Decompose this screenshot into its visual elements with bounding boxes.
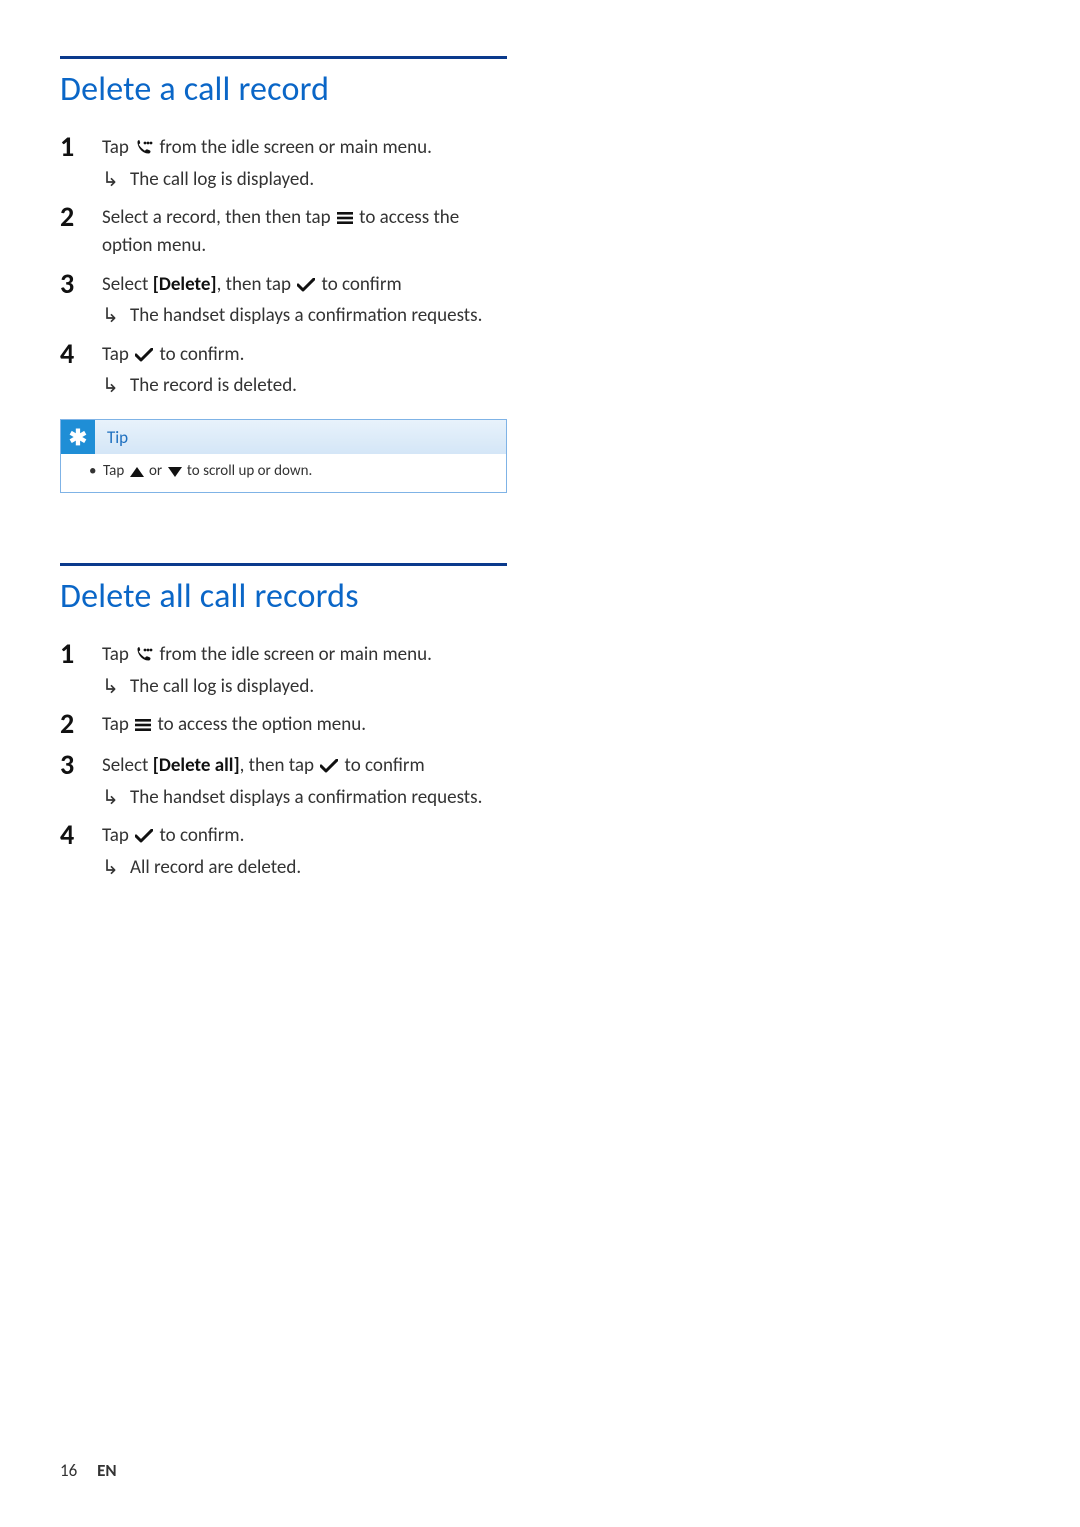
tip-header: ✱ Tip <box>61 420 506 454</box>
step-text: Tap from the idle screen or main menu. <box>102 136 432 159</box>
step-number: 1 <box>60 132 102 163</box>
step-bold: [Delete] <box>153 273 217 296</box>
step-text-post: from the idle screen or main menu. <box>155 643 432 666</box>
result-arrow-icon: ↳ <box>102 785 130 810</box>
step: 3 Select [Delete], then tap to confirm ↳… <box>60 269 507 329</box>
step-body: Select [Delete all], then tap to confirm… <box>102 750 507 810</box>
menu-icon <box>135 714 151 740</box>
step-text-pre: Tap <box>102 343 133 366</box>
step-text: Select [Delete], then tap to confirm <box>102 273 402 296</box>
step-number: 4 <box>60 820 102 851</box>
step-text-pre: Select <box>102 754 153 777</box>
step-text: Select a record, then then tap to access… <box>102 206 459 257</box>
tip-text-pre: Tap <box>103 462 128 480</box>
check-icon <box>297 274 315 300</box>
call-log-icon <box>135 644 153 670</box>
check-icon <box>135 825 153 851</box>
result-arrow-icon: ↳ <box>102 167 130 192</box>
step-body: Tap to confirm. ↳ The record is deleted. <box>102 339 507 399</box>
result-text: The record is deleted. <box>130 373 507 399</box>
result-arrow-icon: ↳ <box>102 303 130 328</box>
tip-item: Tap or to scroll up or down. <box>89 462 494 482</box>
step-text-post: to confirm <box>340 754 424 777</box>
step-text-post: to confirm. <box>155 824 244 847</box>
step: 3 Select [Delete all], then tap to confi… <box>60 750 507 810</box>
step-number: 4 <box>60 339 102 370</box>
step-text-post: to confirm <box>317 273 401 296</box>
step-number: 2 <box>60 202 102 233</box>
step-text: Tap from the idle screen or main menu. <box>102 643 432 666</box>
step-text-post: to confirm. <box>155 343 244 366</box>
step-text-pre: Tap <box>102 824 133 847</box>
step-text-pre: Tap <box>102 643 133 666</box>
step-body: Select [Delete], then tap to confirm ↳ T… <box>102 269 507 329</box>
check-icon <box>135 344 153 370</box>
step-text: Tap to confirm. <box>102 343 244 366</box>
step-text-mid: , then tap <box>240 754 319 777</box>
result-text: The call log is displayed. <box>130 674 507 700</box>
section-heading: Delete all call records <box>60 576 507 617</box>
result-arrow-icon: ↳ <box>102 674 130 699</box>
page-number: 16 <box>60 1460 77 1481</box>
result-line: ↳ The record is deleted. <box>102 373 507 399</box>
step: 4 Tap to confirm. ↳ All record are delet… <box>60 820 507 880</box>
step-body: Tap to access the option menu. <box>102 709 507 740</box>
triangle-down-icon <box>168 464 182 482</box>
step-text-post: from the idle screen or main menu. <box>155 136 432 159</box>
step-text: Select [Delete all], then tap to confirm <box>102 754 425 777</box>
step-number: 2 <box>60 709 102 740</box>
result-text: The call log is displayed. <box>130 167 507 193</box>
step-text-pre: Select a record, then then tap <box>102 206 335 229</box>
result-arrow-icon: ↳ <box>102 855 130 880</box>
tip-box: ✱ Tip Tap or to scroll up or down. <box>60 419 507 493</box>
step-text-post: to access the option menu. <box>153 713 366 736</box>
step: 2 Tap to access the option menu. <box>60 709 507 740</box>
step-number: 3 <box>60 750 102 781</box>
step-text-mid: , then tap <box>217 273 296 296</box>
step: 1 Tap from the idle screen or main menu.… <box>60 132 507 192</box>
menu-icon <box>337 207 353 233</box>
step: 4 Tap to confirm. ↳ The record is delete… <box>60 339 507 399</box>
step-body: Tap to confirm. ↳ All record are deleted… <box>102 820 507 880</box>
tip-text-post: to scroll up or down. <box>184 462 313 480</box>
page: Delete a call record 1 Tap from the idle… <box>0 0 1080 1527</box>
result-line: ↳ The call log is displayed. <box>102 167 507 193</box>
step-bold: [Delete all] <box>153 754 240 777</box>
tip-text-mid: or <box>146 462 166 480</box>
step-body: Select a record, then then tap to access… <box>102 202 507 258</box>
triangle-up-icon <box>130 464 144 482</box>
content-column: Delete a call record 1 Tap from the idle… <box>60 56 507 881</box>
tip-body: Tap or to scroll up or down. <box>61 454 506 492</box>
result-text: The handset displays a confirmation requ… <box>130 785 507 811</box>
step-number: 1 <box>60 639 102 670</box>
step-text: Tap to confirm. <box>102 824 244 847</box>
asterisk-icon: ✱ <box>61 420 95 454</box>
result-line: ↳ The call log is displayed. <box>102 674 507 700</box>
page-footer: 16 EN <box>60 1460 117 1481</box>
steps-list: 1 Tap from the idle screen or main menu.… <box>60 132 507 399</box>
result-line: ↳ All record are deleted. <box>102 855 507 881</box>
result-text: All record are deleted. <box>130 855 507 881</box>
result-line: ↳ The handset displays a confirmation re… <box>102 785 507 811</box>
tip-title: Tip <box>95 420 128 454</box>
step: 2 Select a record, then then tap to acce… <box>60 202 507 258</box>
step-text-pre: Tap <box>102 136 133 159</box>
steps-list: 1 Tap from the idle screen or main menu.… <box>60 639 507 881</box>
step-number: 3 <box>60 269 102 300</box>
call-log-icon <box>135 137 153 163</box>
step-body: Tap from the idle screen or main menu. ↳… <box>102 132 507 192</box>
step-text: Tap to access the option menu. <box>102 713 366 736</box>
step-text-pre: Tap <box>102 713 133 736</box>
step: 1 Tap from the idle screen or main menu.… <box>60 639 507 699</box>
result-text: The handset displays a confirmation requ… <box>130 303 507 329</box>
section-heading: Delete a call record <box>60 69 507 110</box>
section-rule <box>60 56 507 59</box>
check-icon <box>320 755 338 781</box>
result-line: ↳ The handset displays a confirmation re… <box>102 303 507 329</box>
result-arrow-icon: ↳ <box>102 373 130 398</box>
language-code: EN <box>97 1460 117 1481</box>
step-body: Tap from the idle screen or main menu. ↳… <box>102 639 507 699</box>
section-rule <box>60 563 507 566</box>
step-text-pre: Select <box>102 273 153 296</box>
